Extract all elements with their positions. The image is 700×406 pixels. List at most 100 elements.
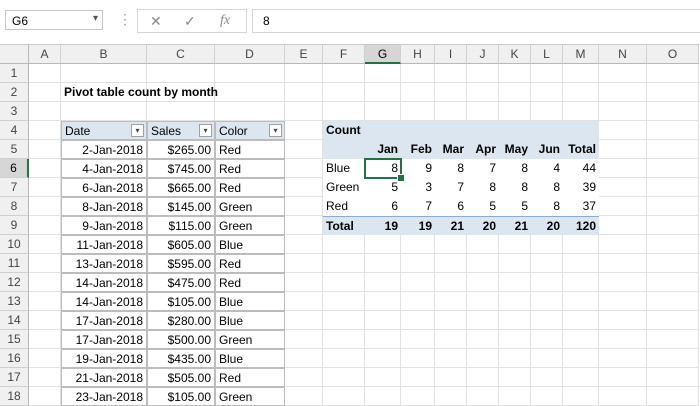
- pivot-month-header[interactable]: Total: [563, 140, 599, 159]
- table-cell[interactable]: 17-Jan-2018: [61, 330, 147, 349]
- pivot-value-cell[interactable]: 3: [401, 178, 435, 197]
- table-cell[interactable]: $145.00: [147, 197, 215, 216]
- row-header-11[interactable]: 11: [0, 254, 29, 273]
- pivot-value-cell[interactable]: 7: [467, 159, 499, 178]
- pivot-header-cell[interactable]: Count: [323, 121, 365, 140]
- pivot-value-cell[interactable]: 6: [365, 197, 401, 216]
- row-header-10[interactable]: 10: [0, 235, 29, 254]
- table-cell[interactable]: Red: [215, 178, 285, 197]
- column-header-d[interactable]: D: [215, 44, 285, 64]
- table-cell[interactable]: 21-Jan-2018: [61, 368, 147, 387]
- pivot-header-cell[interactable]: [499, 121, 531, 140]
- table-cell[interactable]: Blue: [215, 235, 285, 254]
- column-header-i[interactable]: I: [435, 44, 467, 64]
- pivot-row-total[interactable]: 39: [563, 178, 599, 197]
- row-header-15[interactable]: 15: [0, 330, 29, 349]
- fill-handle[interactable]: [397, 174, 405, 182]
- table-cell[interactable]: $605.00: [147, 235, 215, 254]
- column-header-h[interactable]: H: [401, 44, 435, 64]
- table-cell[interactable]: $265.00: [147, 140, 215, 159]
- row-header-18[interactable]: 18: [0, 387, 29, 406]
- row-header-12[interactable]: 12: [0, 273, 29, 292]
- pivot-value-cell[interactable]: 8: [531, 197, 563, 216]
- cancel-icon[interactable]: ✕: [150, 13, 162, 30]
- row-header-14[interactable]: 14: [0, 311, 29, 330]
- table-cell[interactable]: 14-Jan-2018: [61, 273, 147, 292]
- row-header-3[interactable]: 3: [0, 102, 29, 121]
- pivot-grand-total-cell[interactable]: 19: [365, 216, 401, 235]
- pivot-value-cell[interactable]: 8: [499, 159, 531, 178]
- table-cell[interactable]: $115.00: [147, 216, 215, 235]
- pivot-header-cell[interactable]: [365, 121, 401, 140]
- pivot-grand-total-cell[interactable]: 20: [531, 216, 563, 235]
- pivot-value-cell[interactable]: 5: [499, 197, 531, 216]
- table-cell[interactable]: $105.00: [147, 292, 215, 311]
- table-cell[interactable]: Green: [215, 216, 285, 235]
- column-header-n[interactable]: N: [599, 44, 647, 64]
- pivot-row-label[interactable]: Blue: [323, 159, 365, 178]
- row-header-1[interactable]: 1: [0, 64, 29, 83]
- table-cell[interactable]: $435.00: [147, 349, 215, 368]
- pivot-header-cell[interactable]: [467, 121, 499, 140]
- formula-input[interactable]: 8: [252, 9, 700, 33]
- column-header-e[interactable]: E: [285, 44, 323, 64]
- sheet-title[interactable]: Pivot table count by month: [61, 83, 285, 102]
- table-cell[interactable]: $280.00: [147, 311, 215, 330]
- column-header-l[interactable]: L: [531, 44, 563, 64]
- table-cell[interactable]: Red: [215, 140, 285, 159]
- pivot-value-cell[interactable]: 8: [499, 178, 531, 197]
- column-header-f[interactable]: F: [323, 44, 365, 64]
- pivot-grand-total-cell[interactable]: 19: [401, 216, 435, 235]
- table-cell[interactable]: Blue: [215, 311, 285, 330]
- table-cell[interactable]: Blue: [215, 292, 285, 311]
- row-header-17[interactable]: 17: [0, 368, 29, 387]
- pivot-row-total[interactable]: 37: [563, 197, 599, 216]
- table-cell[interactable]: Red: [215, 254, 285, 273]
- pivot-month-header[interactable]: May: [499, 140, 531, 159]
- pivot-value-cell[interactable]: 7: [435, 178, 467, 197]
- table-cell[interactable]: $505.00: [147, 368, 215, 387]
- table-cell[interactable]: 6-Jan-2018: [61, 178, 147, 197]
- column-header-a[interactable]: A: [29, 44, 61, 64]
- table-cell[interactable]: $595.00: [147, 254, 215, 273]
- table-cell[interactable]: Green: [215, 330, 285, 349]
- pivot-row-total[interactable]: 44: [563, 159, 599, 178]
- pivot-month-header[interactable]: [323, 140, 365, 159]
- column-header-j[interactable]: J: [467, 44, 499, 64]
- pivot-month-header[interactable]: Jun: [531, 140, 563, 159]
- pivot-month-header[interactable]: Feb: [401, 140, 435, 159]
- pivot-grand-total-label[interactable]: Total: [323, 216, 365, 235]
- table-cell[interactable]: 8-Jan-2018: [61, 197, 147, 216]
- table-cell[interactable]: 4-Jan-2018: [61, 159, 147, 178]
- table-cell[interactable]: Blue: [215, 349, 285, 368]
- filter-dropdown-icon[interactable]: ▾: [199, 124, 212, 137]
- table-cell[interactable]: $475.00: [147, 273, 215, 292]
- pivot-month-header[interactable]: Jan: [365, 140, 401, 159]
- row-header-9[interactable]: 9: [0, 216, 29, 235]
- table-cell[interactable]: Red: [215, 159, 285, 178]
- row-header-4[interactable]: 4: [0, 121, 29, 140]
- table-cell[interactable]: Green: [215, 387, 285, 406]
- row-header-6[interactable]: 6: [0, 159, 29, 178]
- table-cell[interactable]: 11-Jan-2018: [61, 235, 147, 254]
- table-cell[interactable]: 19-Jan-2018: [61, 349, 147, 368]
- pivot-header-cell[interactable]: [401, 121, 435, 140]
- table-cell[interactable]: 9-Jan-2018: [61, 216, 147, 235]
- column-header-g[interactable]: G: [365, 44, 401, 64]
- pivot-value-cell[interactable]: 5: [467, 197, 499, 216]
- column-header-b[interactable]: B: [61, 44, 147, 64]
- column-header-k[interactable]: K: [499, 44, 531, 64]
- table-cell[interactable]: 13-Jan-2018: [61, 254, 147, 273]
- pivot-month-header[interactable]: Mar: [435, 140, 467, 159]
- pivot-value-cell[interactable]: 7: [401, 197, 435, 216]
- pivot-row-label[interactable]: Red: [323, 197, 365, 216]
- enter-icon[interactable]: ✓: [184, 13, 196, 30]
- insert-function-icon[interactable]: fx: [220, 13, 230, 29]
- row-header-13[interactable]: 13: [0, 292, 29, 311]
- pivot-value-cell[interactable]: 8: [467, 178, 499, 197]
- pivot-value-cell[interactable]: 8: [365, 159, 401, 178]
- pivot-grand-total-cell[interactable]: 21: [435, 216, 467, 235]
- table-cell[interactable]: $500.00: [147, 330, 215, 349]
- table-cell[interactable]: 17-Jan-2018: [61, 311, 147, 330]
- filter-dropdown-icon[interactable]: ▾: [131, 124, 144, 137]
